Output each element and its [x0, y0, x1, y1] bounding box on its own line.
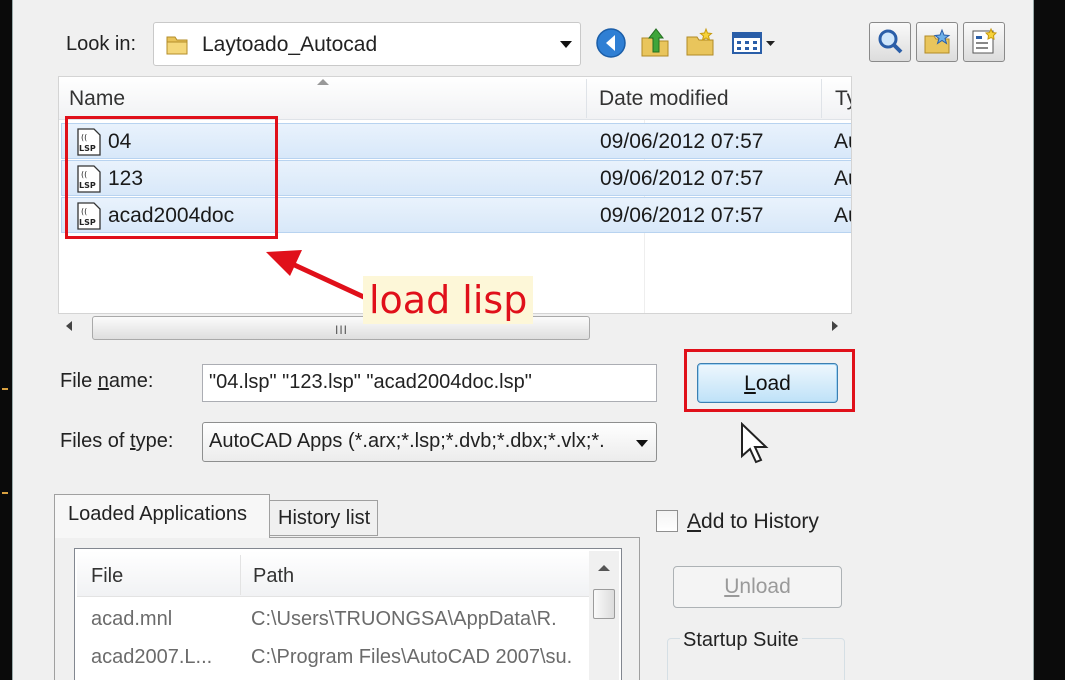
- app-file-cell: acad2007.L...: [91, 646, 213, 668]
- app-path-cell: C:\Program Files\AutoCAD 2007\su.: [251, 646, 573, 668]
- column-header-name[interactable]: Name: [69, 87, 125, 111]
- label-text: ype:: [135, 430, 174, 452]
- button-mnemonic: U: [724, 575, 740, 598]
- up-folder-icon[interactable]: [638, 26, 672, 60]
- look-in-value: Laytoado_Autocad: [202, 33, 378, 56]
- find-icon: [878, 29, 903, 54]
- startup-suite-label: Startup Suite: [680, 629, 802, 652]
- label-text: ame:: [108, 370, 154, 392]
- file-date-cell: 09/06/2012 07:57: [600, 130, 764, 153]
- scroll-right-icon[interactable]: [832, 321, 838, 331]
- file-type-cell: Au: [834, 167, 851, 190]
- loaded-applications-list[interactable]: File Path acad.mnl C:\Users\TRUONGSA\App…: [74, 548, 622, 680]
- chevron-down-icon[interactable]: [560, 41, 572, 48]
- column-header-path[interactable]: Path: [253, 565, 294, 588]
- file-list-header: Name Date modified Ty: [59, 77, 851, 120]
- scroll-grip: III: [335, 323, 349, 337]
- file-date-cell: 09/06/2012 07:57: [600, 204, 764, 227]
- locate-button[interactable]: [916, 22, 958, 62]
- scroll-up-icon[interactable]: [598, 565, 610, 571]
- column-header-file[interactable]: File: [91, 565, 123, 588]
- file-name-value: "04.lsp" "123.lsp" "acad2004doc.lsp": [209, 371, 532, 393]
- column-separator[interactable]: [240, 555, 241, 595]
- file-type-cell: Au: [834, 204, 851, 227]
- tab-loaded-applications[interactable]: Loaded Applications: [54, 494, 270, 538]
- add-to-history-label[interactable]: Add to History: [687, 510, 819, 534]
- app-path-cell: C:\Users\TRUONGSA\AppData\R.: [251, 608, 557, 630]
- annotation-arrow-icon: [266, 250, 368, 301]
- label-text: dd to History: [701, 510, 819, 533]
- file-date-cell: 09/06/2012 07:57: [600, 167, 764, 190]
- views-icon[interactable]: [730, 26, 778, 60]
- files-of-type-label: Files of type:: [60, 430, 173, 453]
- look-in-combo[interactable]: Laytoado_Autocad: [153, 22, 581, 66]
- list-item[interactable]: acad.mnl C:\Users\TRUONGSA\AppData\R.: [77, 601, 589, 637]
- look-in-label: Look in:: [66, 33, 137, 55]
- folder-icon: [166, 36, 188, 55]
- find-button[interactable]: [869, 22, 911, 62]
- back-icon[interactable]: [594, 26, 628, 60]
- label-mnemonic: A: [687, 510, 702, 533]
- window-edge: [1034, 0, 1065, 680]
- file-type-cell: Au: [834, 130, 851, 153]
- chevron-down-icon[interactable]: [636, 440, 648, 447]
- column-separator[interactable]: [821, 79, 822, 118]
- add-favorite-icon: [972, 27, 998, 54]
- unload-button[interactable]: Unload: [673, 566, 842, 608]
- loaded-apps-header: File Path: [77, 551, 589, 597]
- annotation-label: load lisp: [363, 276, 534, 324]
- sort-ascending-icon: [317, 79, 329, 85]
- scroll-left-icon[interactable]: [66, 321, 72, 331]
- file-name-label: File name:: [60, 370, 153, 393]
- scrollbar-thumb[interactable]: [593, 589, 615, 619]
- add-to-history-checkbox[interactable]: [656, 510, 678, 532]
- label-text: Files of: [60, 430, 131, 452]
- files-of-type-select[interactable]: AutoCAD Apps (*.arx;*.lsp;*.dvb;*.dbx;*.…: [202, 422, 657, 462]
- file-name-input[interactable]: "04.lsp" "123.lsp" "acad2004doc.lsp": [202, 364, 657, 402]
- column-header-type[interactable]: Ty: [835, 87, 851, 111]
- label-text: File: [60, 370, 98, 392]
- column-header-date-modified[interactable]: Date modified: [599, 87, 729, 111]
- load-button-highlight: [684, 349, 855, 412]
- background-mark: [2, 492, 8, 494]
- background-strip: [0, 0, 12, 680]
- selected-files-highlight: [65, 116, 278, 239]
- add-favorite-button[interactable]: [963, 22, 1005, 62]
- app-file-cell: acad.mnl: [91, 608, 173, 630]
- list-item[interactable]: acad2007.L... C:\Program Files\AutoCAD 2…: [77, 639, 589, 675]
- label-mnemonic: n: [97, 370, 109, 392]
- column-separator[interactable]: [586, 79, 587, 118]
- background-mark: [2, 388, 8, 390]
- tab-history-list[interactable]: History list: [270, 500, 378, 536]
- locate-icon: [924, 28, 951, 54]
- files-of-type-value: AutoCAD Apps (*.arx;*.lsp;*.dvb;*.dbx;*.…: [209, 430, 605, 452]
- button-label: nload: [739, 575, 791, 598]
- mouse-cursor-icon: [741, 422, 769, 464]
- new-folder-icon[interactable]: [684, 26, 718, 60]
- vertical-scrollbar[interactable]: [589, 551, 619, 680]
